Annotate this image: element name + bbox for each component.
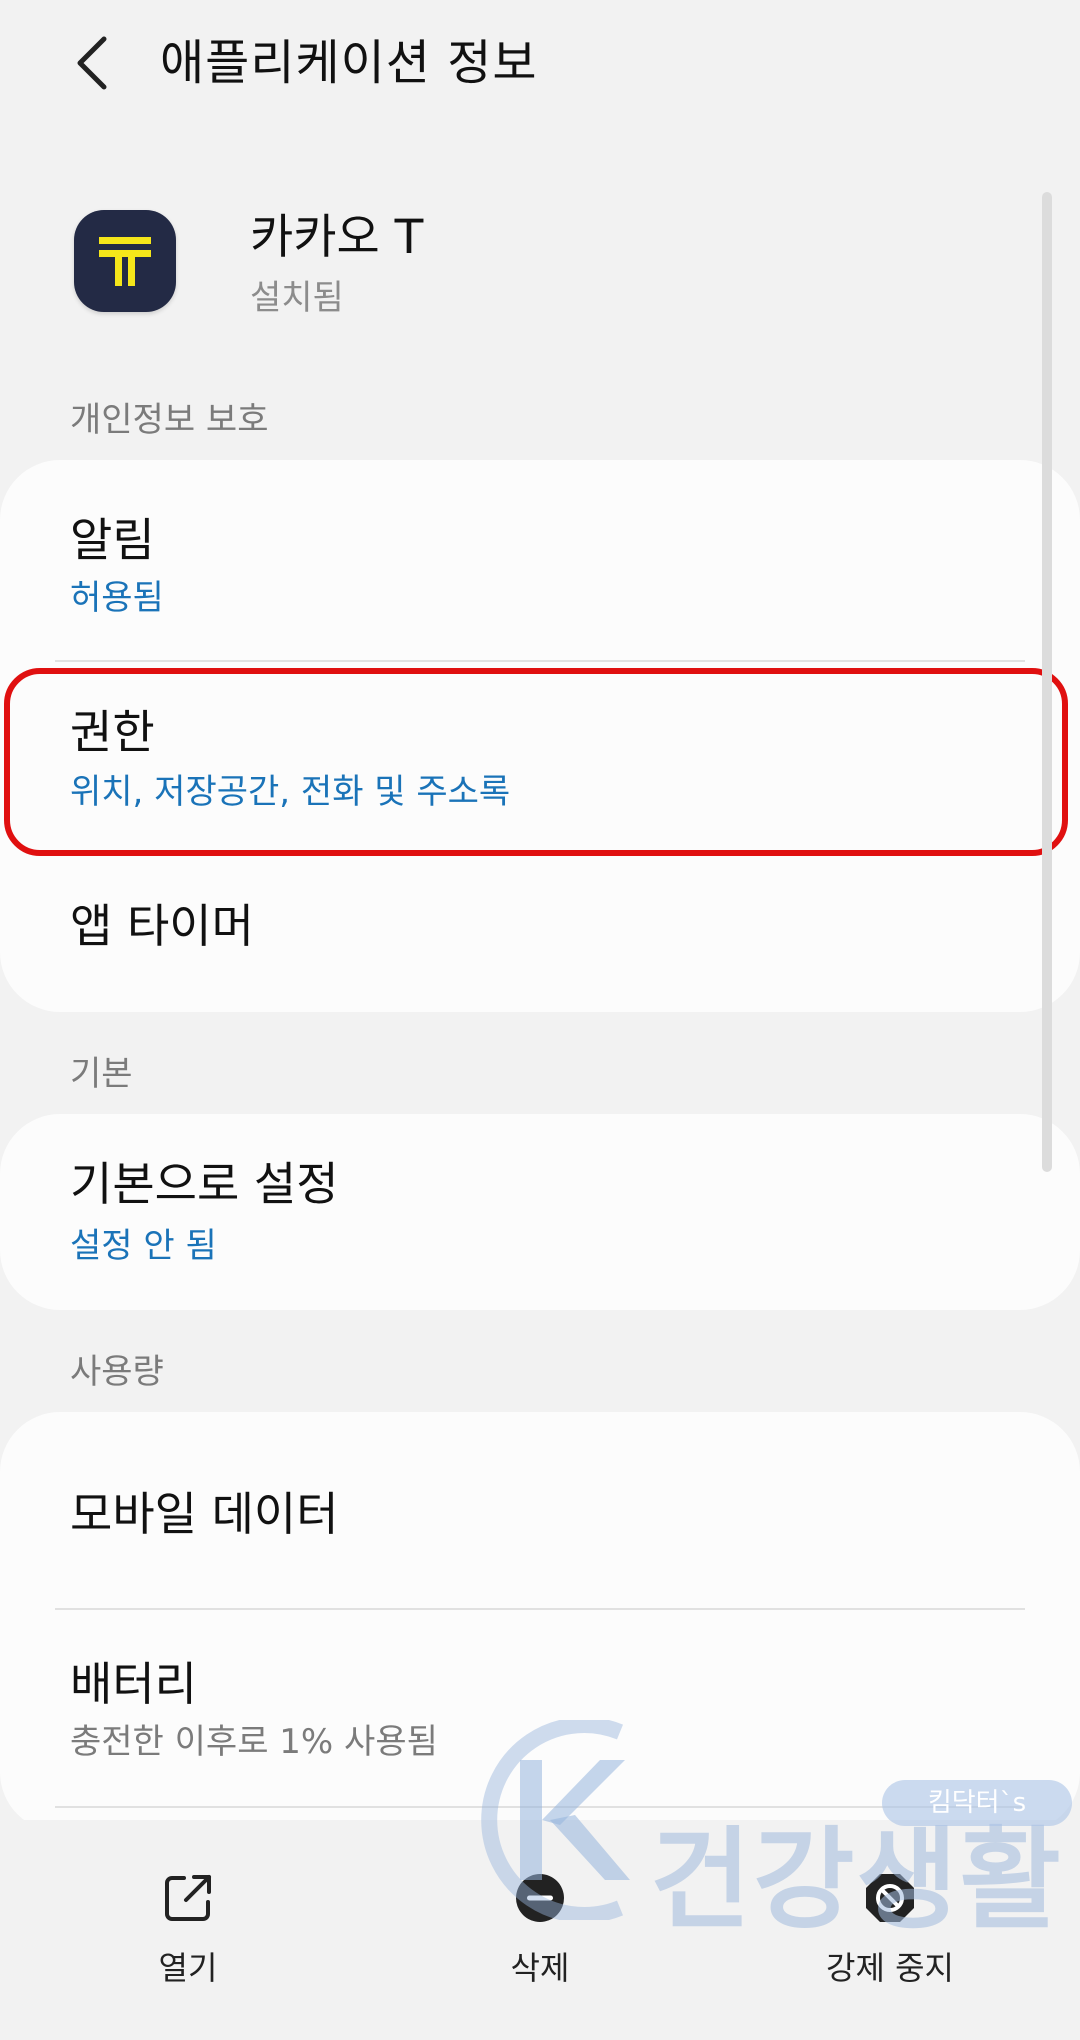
top-app-bar: 애플리케이션 정보 <box>0 0 1080 130</box>
uninstall-label: 삭제 <box>510 1949 570 1987</box>
notifications-title: 알림 <box>70 513 155 567</box>
app-timer-title: 앱 타이머 <box>70 899 254 953</box>
list-item-set-as-default[interactable]: 기본으로 설정 설정 안 됨 <box>0 1114 1080 1310</box>
highlight-box-permissions <box>4 668 1068 856</box>
app-icon <box>74 210 176 312</box>
battery-title: 배터리 <box>70 1657 197 1711</box>
app-name: 카카오 T <box>250 210 424 265</box>
section-label-privacy: 개인정보 보호 <box>70 400 269 440</box>
divider <box>55 1806 1025 1808</box>
set-as-default-title: 기본으로 설정 <box>70 1157 339 1211</box>
page-title: 애플리케이션 정보 <box>160 35 538 91</box>
list-item-app-timer[interactable]: 앱 타이머 <box>0 858 1080 1012</box>
section-label-usage: 사용량 <box>70 1352 164 1392</box>
uninstall-button[interactable]: 삭제 <box>420 1870 660 2010</box>
uninstall-icon <box>512 1870 568 1926</box>
notifications-status: 허용됨 <box>70 578 164 618</box>
mobile-data-title: 모바일 데이터 <box>70 1487 339 1541</box>
app-install-status: 설치됨 <box>250 278 344 318</box>
back-arrow-icon <box>77 36 107 90</box>
scrollbar[interactable] <box>1042 192 1052 1172</box>
force-stop-label: 강제 중지 <box>826 1949 954 1987</box>
list-item-battery[interactable]: 배터리 충전한 이후로 1% 사용됨 <box>0 1610 1080 1810</box>
usage-card: 모바일 데이터 배터리 충전한 이후로 1% 사용됨 <box>0 1412 1080 1832</box>
open-button[interactable]: 열기 <box>68 1870 308 2010</box>
open-label: 열기 <box>158 1949 218 1987</box>
back-button[interactable] <box>62 28 122 98</box>
list-item-mobile-data[interactable]: 모바일 데이터 <box>0 1412 1080 1608</box>
open-external-icon <box>160 1870 216 1926</box>
set-as-default-status: 설정 안 됨 <box>70 1226 217 1266</box>
section-label-defaults: 기본 <box>70 1054 133 1094</box>
force-stop-button[interactable]: 강제 중지 <box>770 1870 1010 2010</box>
app-info-screen: 애플리케이션 정보 카카오 T 설치됨 개인정보 보호 알림 허용됨 권한 위치… <box>0 0 1080 2040</box>
list-item-notifications[interactable]: 알림 허용됨 <box>0 460 1080 660</box>
kakao-t-logo-icon <box>99 237 151 286</box>
battery-usage: 충전한 이후로 1% 사용됨 <box>70 1722 438 1762</box>
defaults-card: 기본으로 설정 설정 안 됨 <box>0 1114 1080 1310</box>
force-stop-icon <box>862 1870 918 1926</box>
